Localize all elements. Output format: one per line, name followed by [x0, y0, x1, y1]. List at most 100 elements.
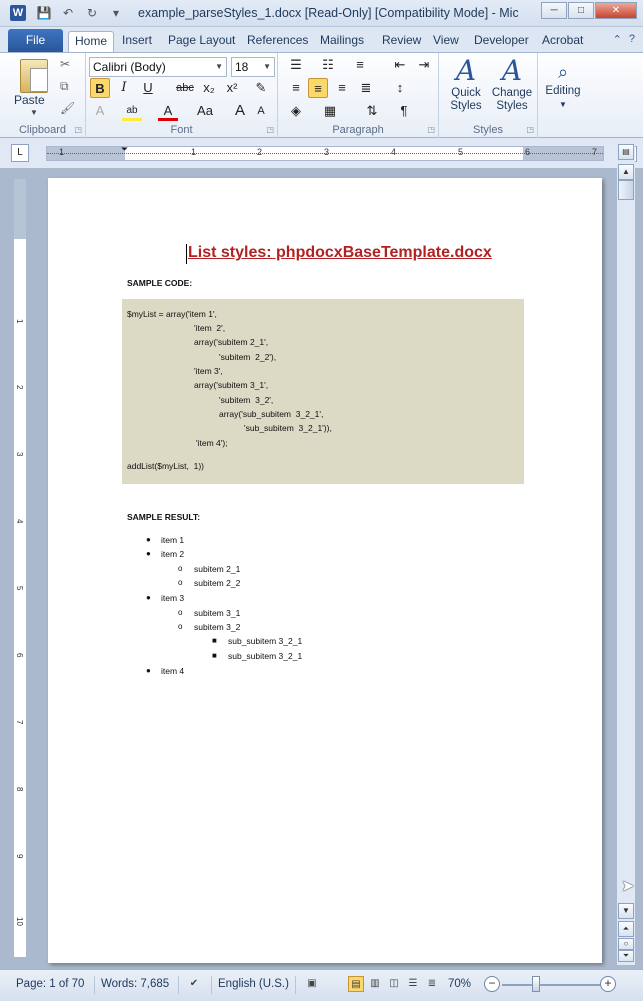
- strikethrough-button[interactable]: abc: [172, 78, 198, 98]
- numbering-icon[interactable]: ☷: [318, 55, 338, 75]
- horizontal-ruler[interactable]: 1 1 2 3 4 5 6 7 ⏷: [46, 144, 604, 161]
- vertical-ruler[interactable]: 1 2 3 4 5 6 7 8 9 10: [13, 178, 27, 958]
- page-count[interactable]: Page: 1 of 70: [16, 978, 84, 990]
- web-layout-icon[interactable]: ◫: [386, 976, 402, 992]
- font-size-select[interactable]: 18 ▼: [231, 57, 275, 77]
- browse-object-icon[interactable]: ○: [618, 938, 634, 950]
- increase-indent-icon[interactable]: ⇥: [414, 55, 434, 75]
- font-name-select[interactable]: Calibri (Body) ▼: [89, 57, 227, 77]
- align-center-icon[interactable]: ≡: [308, 78, 328, 98]
- tab-references[interactable]: References: [241, 31, 314, 52]
- show-paragraph-marks-button[interactable]: ¶: [394, 101, 414, 121]
- code-block: $myList = array('item 1', 'item 2', arra…: [122, 299, 524, 484]
- sort-icon[interactable]: ⇅: [362, 101, 382, 121]
- minimize-button[interactable]: ─: [541, 2, 567, 19]
- text-effects-icon[interactable]: A: [90, 101, 110, 121]
- shading-icon[interactable]: ◈: [286, 101, 306, 121]
- tab-file[interactable]: File: [8, 29, 63, 52]
- tab-selector[interactable]: L: [11, 144, 29, 162]
- title-bar: W 💾 ↶ ↻ ▾ example_parseStyles_1.docx [Re…: [0, 0, 643, 27]
- outline-view-icon[interactable]: ☰: [405, 976, 421, 992]
- paste-button[interactable]: Paste: [14, 93, 45, 107]
- copy-icon[interactable]: ⧉: [60, 79, 69, 94]
- view-ruler-toggle-icon[interactable]: ▤: [618, 144, 634, 160]
- word-count[interactable]: Words: 7,685: [101, 978, 169, 990]
- underline-button[interactable]: U: [138, 78, 158, 98]
- indent-marker-icon[interactable]: ⏷: [121, 144, 128, 155]
- quick-styles-button[interactable]: A Quick Styles: [445, 55, 487, 113]
- vruler-number: 4: [15, 519, 24, 524]
- code-line: addList($myList, 1)): [127, 461, 204, 471]
- decrease-indent-icon[interactable]: ⇤: [390, 55, 410, 75]
- paste-icon[interactable]: [20, 59, 48, 93]
- superscript-button[interactable]: x²: [222, 78, 242, 98]
- zoom-level[interactable]: 70%: [448, 978, 471, 990]
- paste-dropdown-icon[interactable]: ▼: [30, 108, 38, 117]
- font-color-icon[interactable]: A: [158, 101, 178, 121]
- zoom-out-button[interactable]: −: [484, 976, 500, 992]
- font-launcher-icon[interactable]: ◳: [266, 125, 274, 134]
- tab-review[interactable]: Review: [376, 31, 427, 52]
- editing-button[interactable]: ⌕ Editing ▼: [540, 59, 586, 111]
- word-app-icon[interactable]: W: [10, 5, 26, 21]
- change-case-button[interactable]: Aa: [192, 101, 218, 121]
- macro-record-icon[interactable]: ▣: [304, 976, 320, 992]
- draft-view-icon[interactable]: ≣: [424, 976, 440, 992]
- save-icon[interactable]: 💾: [36, 5, 52, 21]
- align-left-icon[interactable]: ≡: [286, 78, 306, 98]
- previous-page-icon[interactable]: ⏶: [618, 921, 634, 937]
- scroll-up-icon[interactable]: ▲: [618, 164, 634, 180]
- tab-home[interactable]: Home: [68, 31, 115, 52]
- zoom-slider-thumb[interactable]: [532, 976, 540, 992]
- line-spacing-icon[interactable]: ↕: [390, 78, 410, 98]
- align-right-icon[interactable]: ≡: [332, 78, 352, 98]
- redo-icon[interactable]: ↻: [84, 5, 100, 21]
- code-line: array('subitem 2_1',: [194, 337, 269, 347]
- binoculars-icon: ⌕: [557, 62, 569, 82]
- tab-acrobat[interactable]: Acrobat: [536, 31, 589, 52]
- borders-icon[interactable]: ▦: [320, 101, 340, 121]
- bold-button[interactable]: B: [90, 78, 110, 98]
- print-layout-view-icon[interactable]: ▤: [348, 976, 364, 992]
- vertical-scrollbar[interactable]: ▤ ▲ ▼ ⏶ ○ ⏷: [617, 140, 635, 965]
- tab-mailings[interactable]: Mailings: [314, 31, 370, 52]
- bullets-icon[interactable]: ☰: [286, 55, 306, 75]
- scroll-thumb[interactable]: [618, 180, 634, 200]
- grow-font-button[interactable]: A: [230, 101, 250, 121]
- styles-launcher-icon[interactable]: ◳: [526, 125, 534, 134]
- change-styles-label-2: Styles: [496, 100, 528, 112]
- change-styles-button[interactable]: A Change Styles: [489, 55, 535, 113]
- next-page-icon[interactable]: ⏷: [618, 950, 634, 962]
- tab-developer[interactable]: Developer: [468, 31, 535, 52]
- language-indicator[interactable]: English (U.S.): [218, 978, 289, 990]
- document-page[interactable]: List styles: phpdocxBaseTemplate.docx SA…: [48, 178, 602, 963]
- minimize-ribbon-icon[interactable]: ⌃: [613, 33, 622, 46]
- paragraph-launcher-icon[interactable]: ◳: [427, 125, 435, 134]
- justify-icon[interactable]: ≣: [356, 78, 376, 98]
- proofing-icon[interactable]: ✔: [186, 976, 202, 992]
- multilevel-list-icon[interactable]: ≡: [350, 55, 370, 75]
- clipboard-launcher-icon[interactable]: ◳: [74, 125, 82, 134]
- tab-view[interactable]: View: [427, 31, 465, 52]
- scroll-down-icon[interactable]: ▼: [618, 903, 634, 919]
- window-title: example_parseStyles_1.docx [Read-Only] […: [138, 6, 518, 20]
- ribbon-tab-row: File Home Insert Page Layout References …: [0, 27, 643, 52]
- customize-qat-icon[interactable]: ▾: [108, 5, 124, 21]
- full-screen-reading-icon[interactable]: ▥: [367, 976, 383, 992]
- tab-insert[interactable]: Insert: [116, 31, 158, 52]
- italic-button[interactable]: I: [114, 78, 134, 98]
- shrink-font-button[interactable]: A: [251, 101, 271, 121]
- cut-icon[interactable]: ✂: [60, 57, 70, 71]
- highlight-color-icon[interactable]: ab: [122, 101, 142, 121]
- code-line: array('subitem 3_1',: [194, 380, 269, 390]
- undo-icon[interactable]: ↶: [60, 5, 76, 21]
- tab-page-layout[interactable]: Page Layout: [162, 31, 241, 52]
- help-icon[interactable]: ?: [629, 33, 635, 46]
- clear-formatting-icon[interactable]: ✎: [251, 78, 271, 98]
- zoom-slider-track[interactable]: [502, 984, 600, 986]
- format-painter-icon[interactable]: 🖌: [60, 101, 75, 115]
- close-button[interactable]: ✕: [595, 2, 637, 19]
- subscript-button[interactable]: x₂: [199, 78, 219, 98]
- maximize-button[interactable]: □: [568, 2, 594, 19]
- zoom-in-button[interactable]: +: [600, 976, 616, 992]
